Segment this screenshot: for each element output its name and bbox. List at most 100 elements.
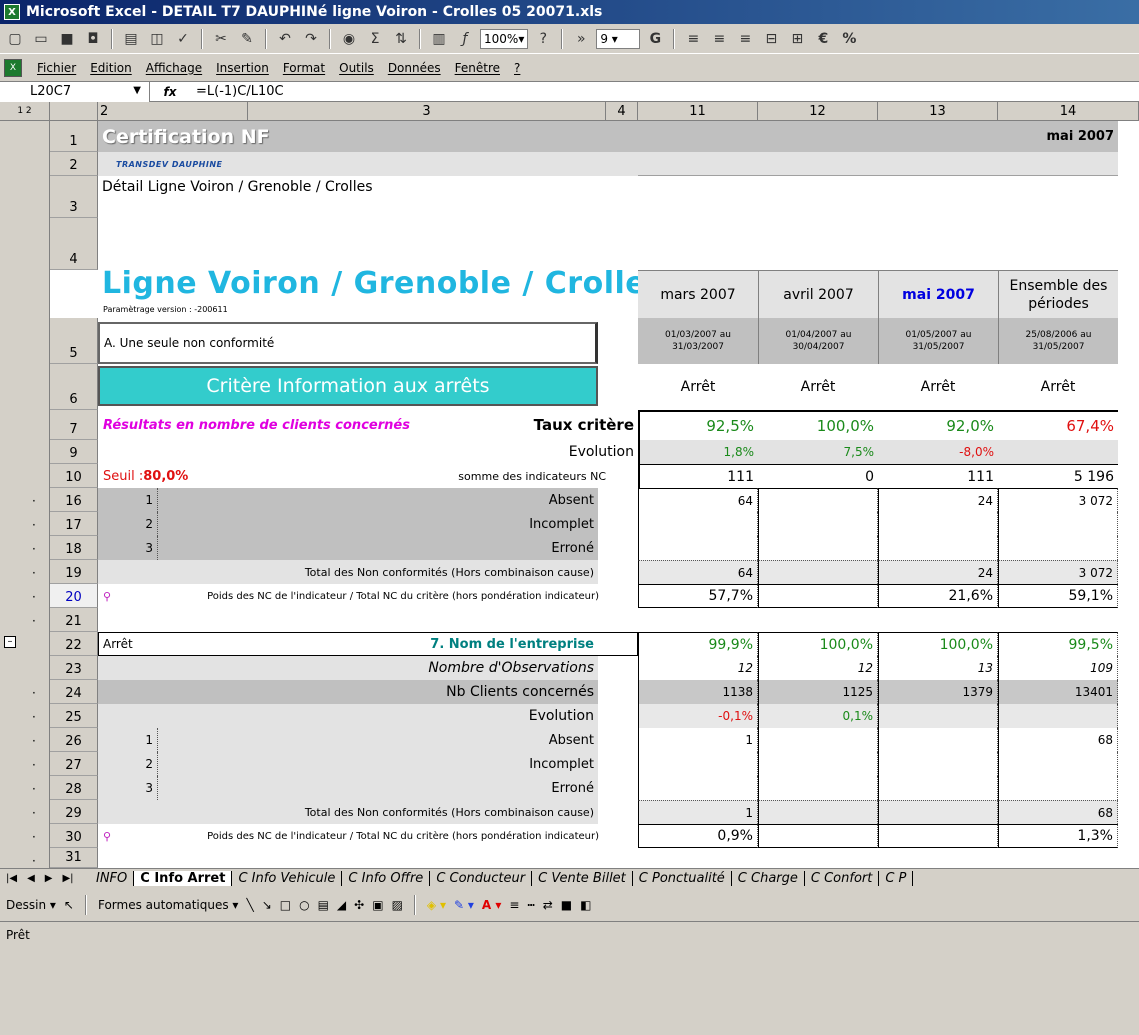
- taux-mars[interactable]: 92,5%: [638, 410, 758, 440]
- block2-poids-1[interactable]: [758, 824, 878, 848]
- tab-c-info-vehicule[interactable]: C Info Vehicule: [232, 871, 343, 886]
- zoom-select[interactable]: 100% ▾: [480, 28, 529, 49]
- block2-item2-3[interactable]: [998, 776, 1118, 800]
- cut-icon[interactable]: ✂: [210, 28, 232, 50]
- menu-fenetre[interactable]: Fenêtre: [448, 61, 507, 75]
- block1-total-2[interactable]: 24: [878, 560, 998, 584]
- function-icon[interactable]: ƒ: [454, 28, 476, 50]
- menu-format[interactable]: Format: [276, 61, 332, 75]
- somme-mars[interactable]: 111: [638, 464, 758, 488]
- outline-collapse-button-22[interactable]: –: [4, 636, 16, 648]
- block2-clients-0[interactable]: 1138: [638, 680, 758, 704]
- sort-icon[interactable]: ⇅: [390, 28, 412, 50]
- clipart-icon[interactable]: ▣: [372, 898, 383, 912]
- tab-c-charge[interactable]: C Charge: [732, 871, 805, 886]
- autosum-icon[interactable]: Σ: [364, 28, 386, 50]
- block2-value-1[interactable]: 100,0%: [758, 632, 878, 656]
- block1-item1-1[interactable]: [758, 512, 878, 536]
- evolution-avril[interactable]: 7,5%: [758, 440, 878, 464]
- row-header-10[interactable]: 10: [50, 464, 98, 488]
- function-icon[interactable]: fx: [150, 85, 190, 99]
- textbox-icon[interactable]: ▤: [318, 898, 329, 912]
- first-sheet-icon[interactable]: |◀: [6, 873, 17, 884]
- new-document-icon[interactable]: ▢: [4, 28, 26, 50]
- fill-color-icon[interactable]: ◈ ▾: [427, 898, 446, 912]
- block1-item1-0[interactable]: [638, 512, 758, 536]
- block2-item2-2[interactable]: [878, 776, 998, 800]
- wordart-icon[interactable]: ◢: [337, 898, 346, 912]
- row-header-1[interactable]: 1: [50, 121, 98, 152]
- block2-item1-0[interactable]: [638, 752, 758, 776]
- column-header-12[interactable]: 12: [758, 102, 878, 121]
- dessin-menu[interactable]: Dessin ▾: [6, 898, 56, 912]
- block2-value-0[interactable]: 99,9%: [638, 632, 758, 656]
- hyperlink-icon[interactable]: ◉: [338, 28, 360, 50]
- evolution-ensemble[interactable]: [998, 440, 1118, 464]
- row-header-9[interactable]: 9: [50, 440, 98, 464]
- row-header-7[interactable]: 7: [50, 410, 98, 440]
- tab-info[interactable]: INFO: [90, 871, 135, 886]
- block2-poids-3[interactable]: 1,3%: [998, 824, 1118, 848]
- open-folder-icon[interactable]: ▭: [30, 28, 52, 50]
- arrow-style-icon[interactable]: ⇄: [543, 898, 553, 912]
- block1-item1-3[interactable]: [998, 512, 1118, 536]
- arrow-icon[interactable]: ↘: [262, 898, 272, 912]
- block2-item1-3[interactable]: [998, 752, 1118, 776]
- row-header-22[interactable]: 22: [50, 632, 98, 656]
- chevron-down-icon[interactable]: ▼: [133, 85, 141, 96]
- row-header-23[interactable]: 23: [50, 656, 98, 680]
- block1-poids-2[interactable]: 21,6%: [878, 584, 998, 608]
- block1-item2-3[interactable]: [998, 536, 1118, 560]
- diagram-icon[interactable]: ✣: [354, 898, 364, 912]
- block2-item1-2[interactable]: [878, 752, 998, 776]
- column-header-2[interactable]: 2: [98, 102, 248, 121]
- block1-poids-0[interactable]: 57,7%: [638, 584, 758, 608]
- somme-avril[interactable]: 0: [758, 464, 878, 488]
- rectangle-icon[interactable]: □: [280, 898, 291, 912]
- column-header-11[interactable]: 11: [638, 102, 758, 121]
- menu-affichage[interactable]: Affichage: [139, 61, 209, 75]
- taux-mai[interactable]: 92,0%: [878, 410, 998, 440]
- block1-item0-0[interactable]: 64: [638, 488, 758, 512]
- row-header-4[interactable]: 4: [50, 218, 98, 270]
- font-color-icon[interactable]: A ▾: [482, 898, 502, 912]
- row-header-30[interactable]: 30: [50, 824, 98, 848]
- help-icon[interactable]: ?: [532, 28, 554, 50]
- magnifier-icon[interactable]: ⚲: [103, 584, 123, 608]
- permission-icon[interactable]: ◘: [82, 28, 104, 50]
- block1-item2-1[interactable]: [758, 536, 878, 560]
- row-header-24[interactable]: 24: [50, 680, 98, 704]
- row-header-2[interactable]: 2: [50, 152, 98, 176]
- block2-obs-0[interactable]: 12: [638, 656, 758, 680]
- line-style-icon[interactable]: ≡: [509, 898, 519, 912]
- row-header-20[interactable]: 20: [50, 584, 98, 608]
- block2-item2-0[interactable]: [638, 776, 758, 800]
- block2-item0-0[interactable]: 1: [638, 728, 758, 752]
- block2-total-1[interactable]: [758, 800, 878, 824]
- somme-ensemble[interactable]: 5 196: [998, 464, 1118, 488]
- block1-poids-1[interactable]: [758, 584, 878, 608]
- column-header-13[interactable]: 13: [878, 102, 998, 121]
- block2-value-2[interactable]: 100,0%: [878, 632, 998, 656]
- block1-total-0[interactable]: 64: [638, 560, 758, 584]
- row-header-29[interactable]: 29: [50, 800, 98, 824]
- save-icon[interactable]: ■: [56, 28, 78, 50]
- block2-value-3[interactable]: 99,5%: [998, 632, 1118, 656]
- row-header-26[interactable]: 26: [50, 728, 98, 752]
- block1-item2-2[interactable]: [878, 536, 998, 560]
- block1-poids-3[interactable]: 59,1%: [998, 584, 1118, 608]
- evolution-mars[interactable]: 1,8%: [638, 440, 758, 464]
- name-box[interactable]: L20C7 ▼: [0, 81, 150, 102]
- block2-clients-3[interactable]: 13401: [998, 680, 1118, 704]
- line-icon[interactable]: ╲: [246, 898, 253, 912]
- merge-center-icon[interactable]: ⊟: [760, 28, 782, 50]
- row-header-19[interactable]: 19: [50, 560, 98, 584]
- block2-item0-2[interactable]: [878, 728, 998, 752]
- block2-evol-0[interactable]: -0,1%: [638, 704, 758, 728]
- chart-wizard-icon[interactable]: ▥: [428, 28, 450, 50]
- block2-poids-2[interactable]: [878, 824, 998, 848]
- row-header-25[interactable]: 25: [50, 704, 98, 728]
- font-size-select[interactable]: 9 ▾: [596, 28, 641, 49]
- select-objects-icon[interactable]: ↖: [64, 898, 74, 912]
- toolbar-options-icon[interactable]: »: [570, 28, 592, 50]
